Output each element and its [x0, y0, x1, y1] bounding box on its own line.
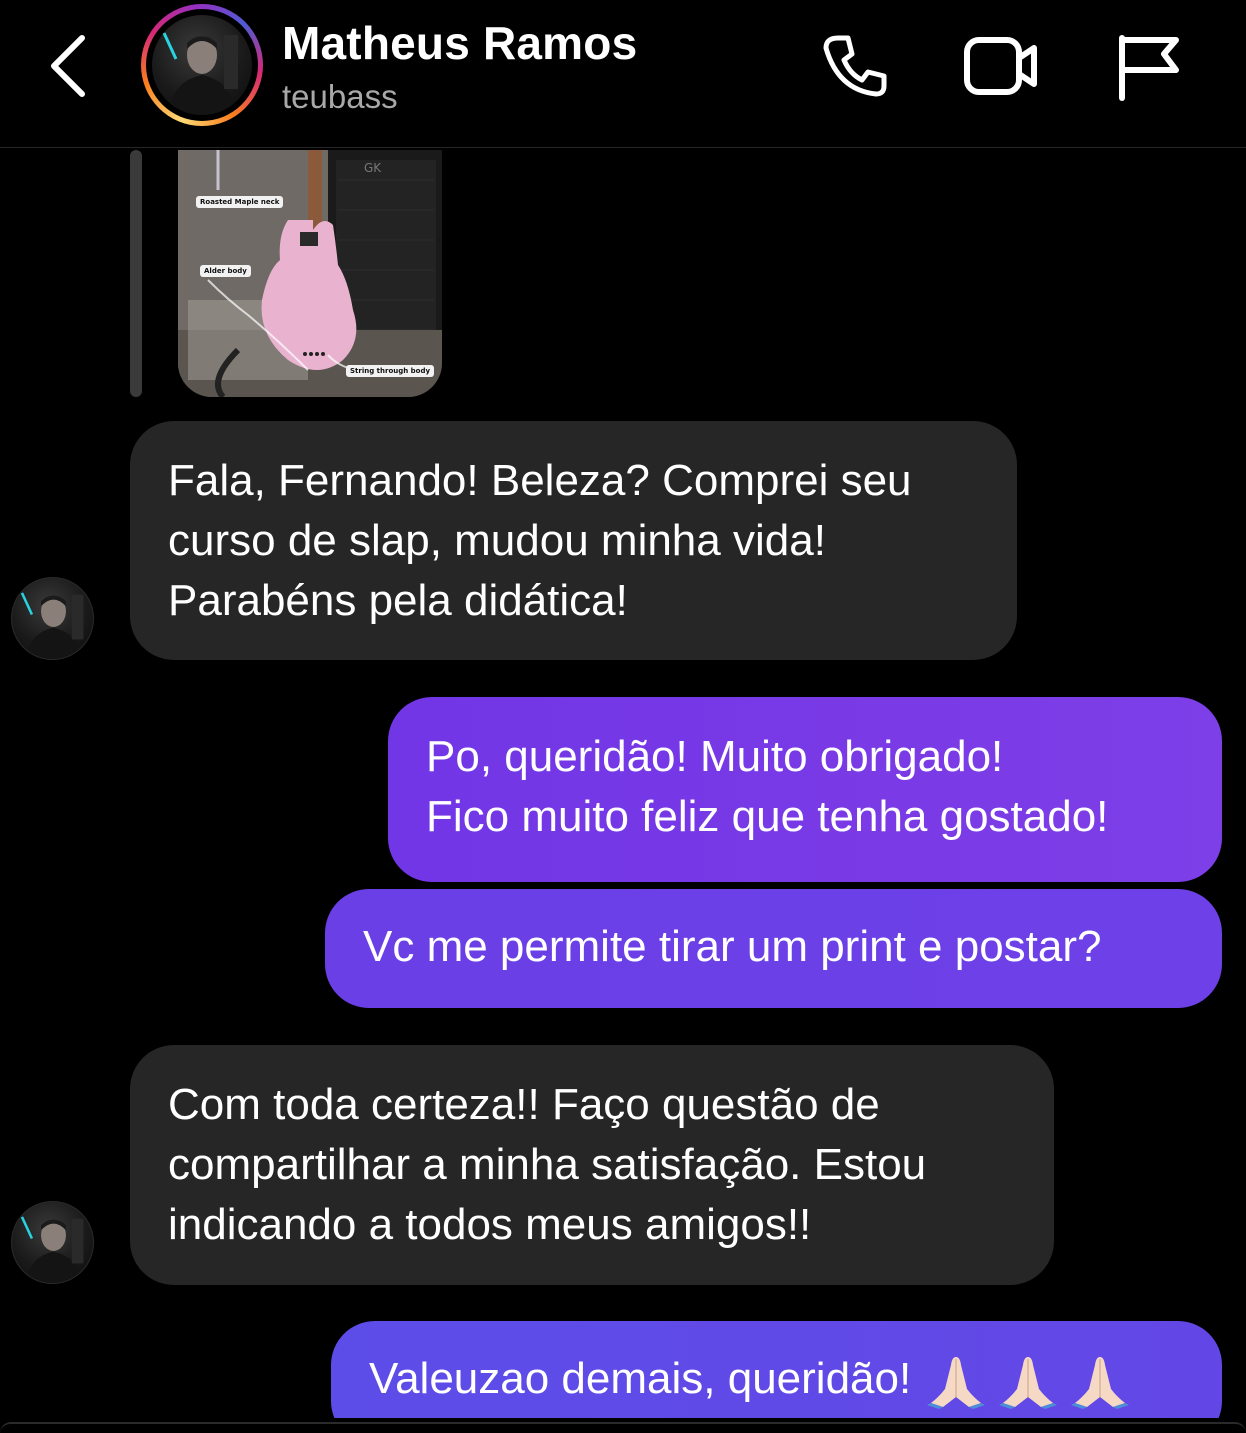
sender-avatar[interactable] — [11, 577, 94, 660]
contact-name[interactable]: Matheus Ramos — [282, 16, 637, 70]
back-chevron-icon — [51, 35, 85, 97]
post-label-string: String through body — [346, 365, 435, 377]
phone-icon — [823, 35, 887, 97]
incoming-message[interactable]: Fala, Fernando! Beleza? Comprei seu curs… — [130, 421, 1017, 660]
amp-brand-mark: GK — [364, 161, 382, 175]
sender-avatar[interactable] — [11, 1201, 94, 1284]
outgoing-message[interactable]: Vc me permite tirar um print e postar? — [325, 889, 1222, 1008]
chat-header: Matheus Ramos teubass — [0, 0, 1246, 148]
outgoing-message[interactable]: Po, queridão! Muito obrigado! Fico muito… — [388, 697, 1222, 882]
composer-edge — [0, 1422, 1246, 1433]
shared-post-image[interactable]: GK Roasted Maple neck Alder body String … — [178, 150, 442, 397]
chat-screen: Matheus Ramos teubass GK Roasted Maple n… — [0, 0, 1246, 1433]
folded-hands-emoji — [999, 1357, 1058, 1410]
post-label-neck: Roasted Maple neck — [196, 196, 284, 208]
video-call-button[interactable] — [960, 30, 1037, 102]
folded-hands-emoji — [927, 1357, 986, 1410]
post-label-body: Alder body — [200, 265, 251, 277]
emoji-group — [925, 1353, 1131, 1410]
reply-indicator-bar — [130, 150, 142, 397]
voice-call-button[interactable] — [818, 30, 890, 102]
report-button[interactable] — [1112, 30, 1184, 102]
profile-avatar[interactable] — [141, 4, 263, 126]
video-camera-icon — [964, 37, 1037, 95]
outgoing-message[interactable]: Valeuzao demais, queridão! — [331, 1321, 1222, 1433]
back-button[interactable] — [40, 30, 100, 100]
message-text: Valeuzao demais, queridão! — [369, 1354, 912, 1403]
incoming-message[interactable]: Com toda certeza!! Faço questão de compa… — [130, 1045, 1054, 1285]
folded-hands-emoji — [1071, 1357, 1130, 1410]
flag-icon — [1119, 35, 1179, 101]
avatar-image — [152, 15, 252, 115]
contact-username[interactable]: teubass — [282, 78, 398, 116]
